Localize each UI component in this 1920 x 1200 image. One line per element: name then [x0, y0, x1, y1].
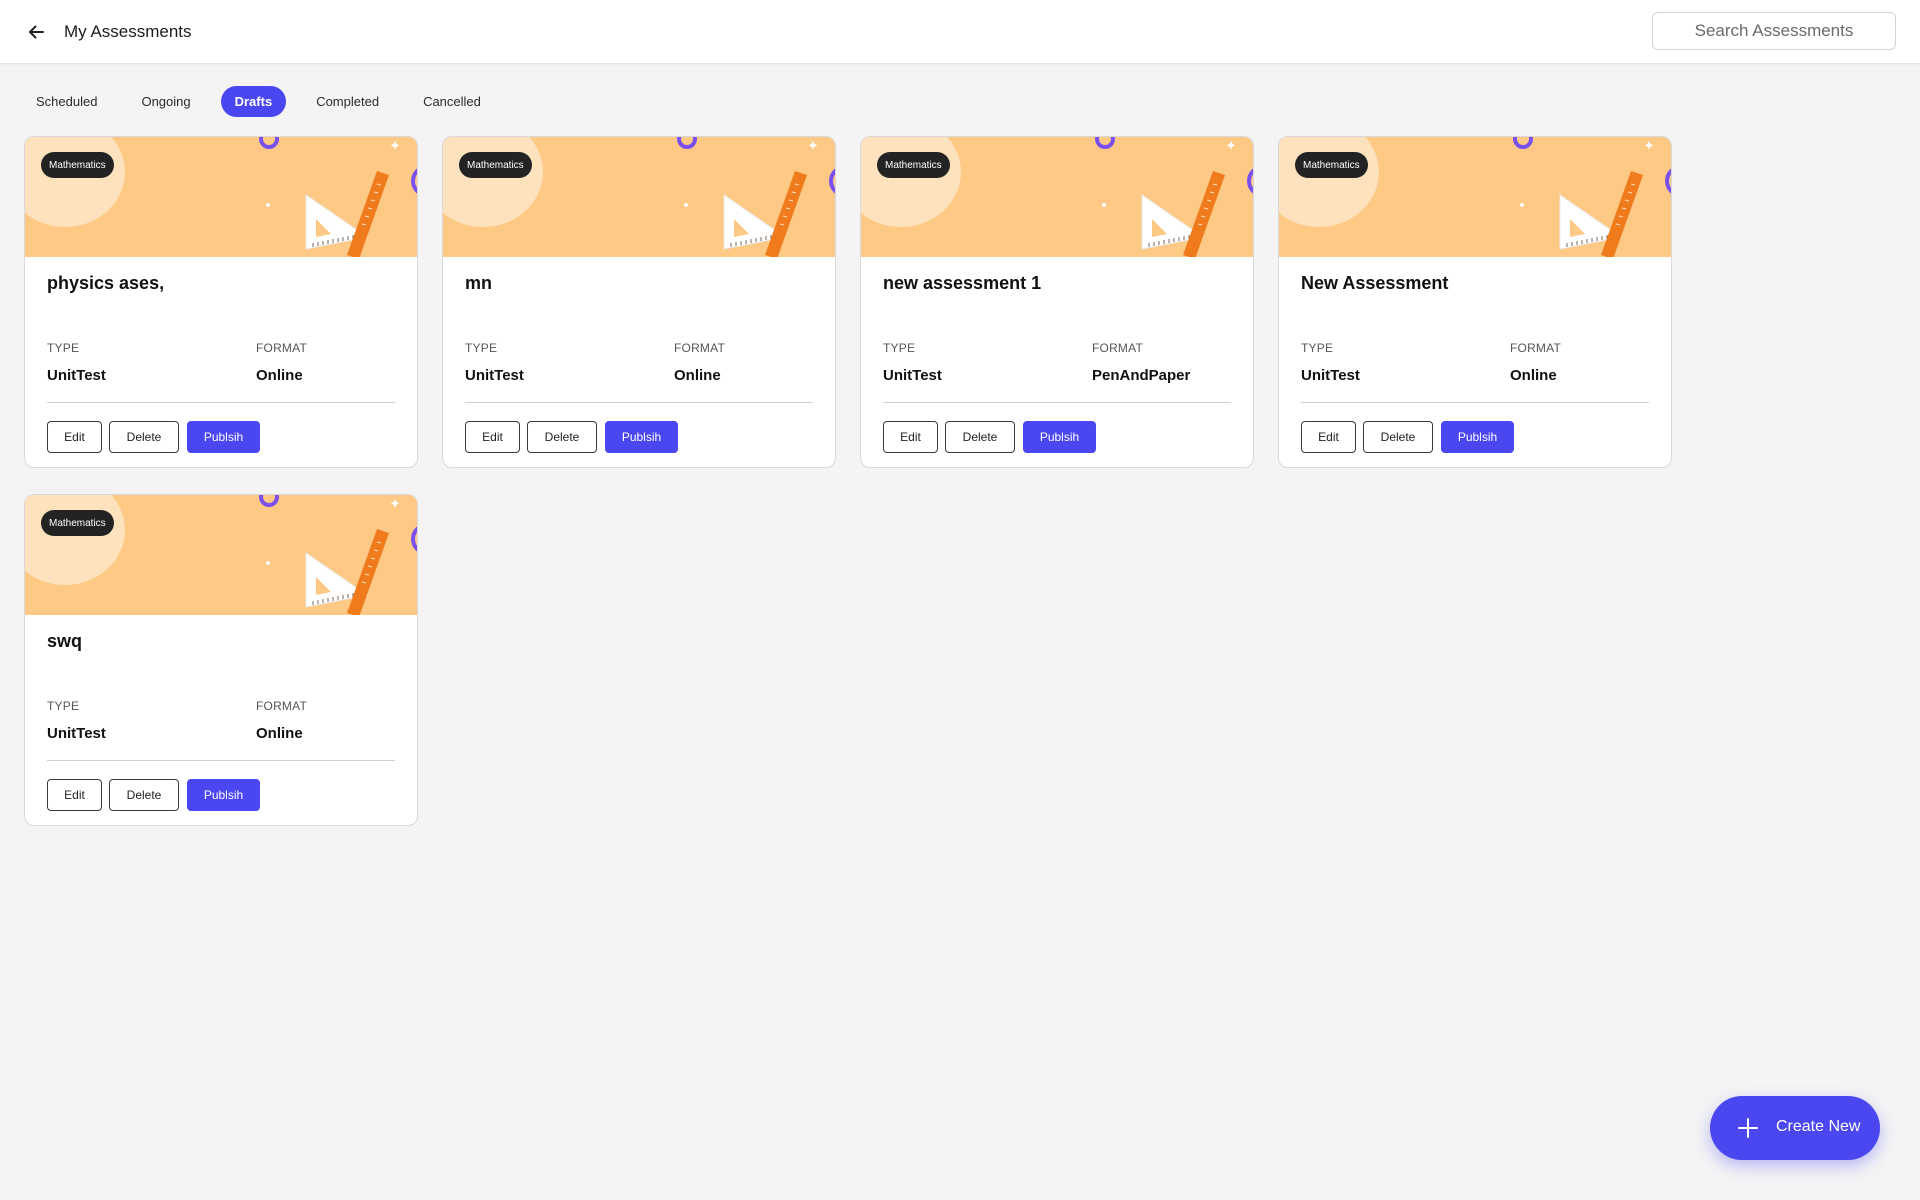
type-label: TYPE	[47, 341, 80, 355]
format-label: FORMAT	[256, 341, 307, 355]
card-title: New Assessment	[1301, 273, 1449, 293]
format-value: Online	[674, 367, 721, 384]
type-label: TYPE	[47, 699, 80, 713]
type-label: TYPE	[465, 341, 498, 355]
arrow-left-icon	[29, 25, 44, 39]
format-value: Online	[1510, 367, 1557, 384]
type-value: UnitTest	[47, 725, 106, 742]
card-divider	[47, 402, 395, 403]
publish-button[interactable]: Publsih	[187, 779, 260, 811]
format-label: FORMAT	[674, 341, 725, 355]
publish-button[interactable]: Publsih	[1441, 421, 1514, 453]
edit-button[interactable]: Edit	[1301, 421, 1356, 453]
subject-badge: Mathematics	[41, 510, 114, 536]
format-label: FORMAT	[256, 699, 307, 713]
subject-badge: Mathematics	[41, 152, 114, 178]
tab-scheduled[interactable]: Scheduled	[22, 86, 111, 117]
edit-button[interactable]: Edit	[47, 421, 102, 453]
card-banner: Mathematics	[25, 137, 417, 257]
card-banner: Mathematics	[861, 137, 1253, 257]
format-value: PenAndPaper	[1092, 367, 1191, 384]
format-label: FORMAT	[1510, 341, 1561, 355]
assessment-card-5: Mathematics swq TYPE FORMAT UnitTest Onl…	[24, 494, 418, 826]
type-value: UnitTest	[1301, 367, 1360, 384]
card-title: physics ases,	[47, 273, 165, 293]
status-tabs: Scheduled Ongoing Drafts Completed Cance…	[22, 86, 511, 117]
delete-button[interactable]: Delete	[109, 779, 179, 811]
type-label: TYPE	[1301, 341, 1334, 355]
card-divider	[1301, 402, 1649, 403]
edit-button[interactable]: Edit	[465, 421, 520, 453]
card-divider	[465, 402, 813, 403]
delete-button[interactable]: Delete	[527, 421, 597, 453]
assessment-card-4: Mathematics New Assessment TYPE FORMAT U…	[1278, 136, 1672, 468]
subject-badge: Mathematics	[459, 152, 532, 178]
top-bar: My Assessments	[0, 0, 1920, 64]
subject-badge: Mathematics	[1295, 152, 1368, 178]
type-value: UnitTest	[465, 367, 524, 384]
create-new-button[interactable]: Create New	[1710, 1096, 1880, 1160]
tab-completed[interactable]: Completed	[302, 86, 393, 117]
card-divider	[883, 402, 1231, 403]
subject-badge: Mathematics	[877, 152, 950, 178]
tab-drafts[interactable]: Drafts	[220, 86, 287, 117]
tab-cancelled[interactable]: Cancelled	[409, 86, 495, 117]
type-value: UnitTest	[883, 367, 942, 384]
publish-button[interactable]: Publsih	[1023, 421, 1096, 453]
delete-button[interactable]: Delete	[945, 421, 1015, 453]
card-title: new assessment 1	[883, 273, 1042, 293]
card-banner: Mathematics	[443, 137, 835, 257]
assessment-card-3: Mathematics new assessment 1 TYPE FORMAT…	[860, 136, 1254, 468]
edit-button[interactable]: Edit	[47, 779, 102, 811]
delete-button[interactable]: Delete	[109, 421, 179, 453]
plus-icon	[1738, 1118, 1758, 1138]
edit-button[interactable]: Edit	[883, 421, 938, 453]
card-title: swq	[47, 631, 83, 651]
card-title: mn	[465, 273, 492, 293]
card-banner: Mathematics	[1279, 137, 1671, 257]
page-title: My Assessments	[64, 22, 192, 41]
publish-button[interactable]: Publsih	[605, 421, 678, 453]
assessment-card-1: Mathematics physics ases, TYPE FORMAT Un…	[24, 136, 418, 468]
type-label: TYPE	[883, 341, 916, 355]
publish-button[interactable]: Publsih	[187, 421, 260, 453]
back-button[interactable]	[20, 17, 52, 47]
card-divider	[47, 760, 395, 761]
format-value: Online	[256, 725, 303, 742]
format-label: FORMAT	[1092, 341, 1143, 355]
create-new-label: Create New	[1776, 1118, 1861, 1135]
delete-button[interactable]: Delete	[1363, 421, 1433, 453]
search-input[interactable]	[1652, 12, 1896, 50]
assessment-card-2: Mathematics mn TYPE FORMAT UnitTest Onli…	[442, 136, 836, 468]
format-value: Online	[256, 367, 303, 384]
type-value: UnitTest	[47, 367, 106, 384]
card-banner: Mathematics	[25, 495, 417, 615]
tab-ongoing[interactable]: Ongoing	[127, 86, 204, 117]
